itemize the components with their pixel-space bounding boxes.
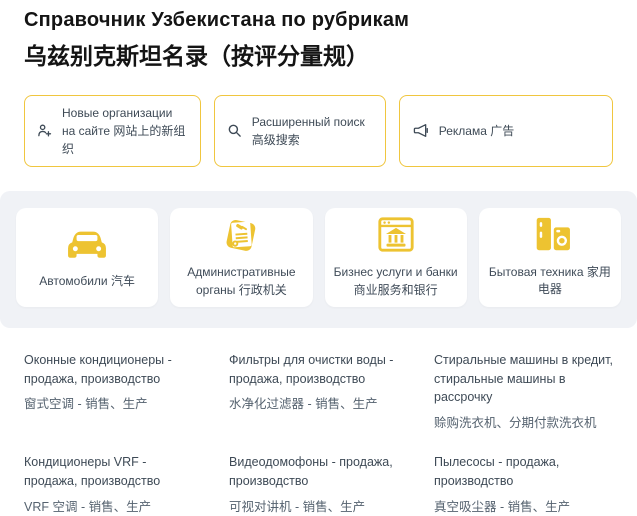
megaphone-icon (412, 123, 429, 138)
rubric-link-group: Стиральные машины в кредит, стиральные м… (434, 351, 613, 432)
category-card-appliances[interactable]: Бытовая техника 家用电器 (479, 208, 621, 307)
advanced-search-label: Расширенный поиск 高级搜索 (252, 113, 373, 149)
appliances-icon (527, 216, 573, 255)
new-organizations-icon (37, 123, 52, 138)
category-card-administrative[interactable]: Административные органы 行政机关 (170, 208, 312, 307)
rubric-link-zh[interactable]: 赊购洗衣机、分期付款洗衣机 (434, 414, 613, 432)
rubric-link-group: Пылесосы - продажа, производство 真空吸尘器 -… (434, 453, 613, 516)
advanced-search-button[interactable]: Расширенный поиск 高级搜索 (214, 95, 386, 167)
category-label: Автомобили 汽车 (39, 273, 135, 290)
page-title-zh: 乌兹别克斯坦名录（按评分量规） (24, 42, 613, 71)
category-label: Административные органы 行政机关 (178, 264, 304, 299)
document-gavel-icon (221, 215, 261, 255)
rubric-link-group: Оконные кондиционеры - продажа, производ… (24, 351, 203, 432)
rubric-link-group: Кондиционеры VRF - продажа, производство… (24, 453, 203, 516)
rubric-link-ru[interactable]: Пылесосы - продажа, производство (434, 453, 613, 491)
category-label: Бизнес услуги и банки 商业服务和银行 (333, 264, 459, 299)
page-title-ru: Справочник Узбекистана по рубрикам (24, 8, 613, 32)
rubric-links-grid: Оконные кондиционеры - продажа, производ… (0, 351, 637, 516)
quick-actions-row: Новые организации на сайте 网站上的新组织 Расши… (0, 95, 637, 167)
advertising-label: Реклама 广告 (439, 122, 514, 140)
category-label: Бытовая техника 家用电器 (487, 264, 613, 299)
search-icon (227, 123, 242, 138)
rubric-link-ru[interactable]: Стиральные машины в кредит, стиральные м… (434, 351, 613, 407)
rubric-link-ru[interactable]: Оконные кондиционеры - продажа, производ… (24, 351, 203, 389)
rubric-link-ru[interactable]: Кондиционеры VRF - продажа, производство (24, 453, 203, 491)
rubric-link-zh[interactable]: 水净化过滤器 - 销售、生产 (229, 395, 408, 413)
new-organizations-label: Новые организации на сайте 网站上的新组织 (62, 104, 188, 158)
car-icon (64, 224, 110, 264)
advertising-button[interactable]: Реклама 广告 (399, 95, 613, 167)
category-card-automobiles[interactable]: Автомобили 汽车 (16, 208, 158, 307)
new-organizations-button[interactable]: Новые организации на сайте 网站上的新组织 (24, 95, 201, 167)
rubric-link-ru[interactable]: Фильтры для очистки воды - продажа, прои… (229, 351, 408, 389)
rubric-link-group: Фильтры для очистки воды - продажа, прои… (229, 351, 408, 432)
rubric-link-zh[interactable]: 窗式空调 - 销售、生产 (24, 395, 203, 413)
category-cards-section: Автомобили 汽车 (0, 191, 637, 328)
rubric-link-zh[interactable]: 真空吸尘器 - 销售、生产 (434, 498, 613, 516)
rubric-link-group: Видеодомофоны - продажа, производство 可视… (229, 453, 408, 516)
rubric-link-zh[interactable]: 可视对讲机 - 销售、生产 (229, 498, 408, 516)
bank-icon (374, 215, 418, 255)
page-header: Справочник Узбекистана по рубрикам 乌兹别克斯… (0, 8, 637, 71)
rubric-link-ru[interactable]: Видеодомофоны - продажа, производство (229, 453, 408, 491)
category-card-business-banks[interactable]: Бизнес услуги и банки 商业服务和银行 (325, 208, 467, 307)
rubric-link-zh[interactable]: VRF 空调 - 销售、生产 (24, 498, 203, 516)
directory-page: Справочник Узбекистана по рубрикам 乌兹别克斯… (0, 0, 637, 516)
